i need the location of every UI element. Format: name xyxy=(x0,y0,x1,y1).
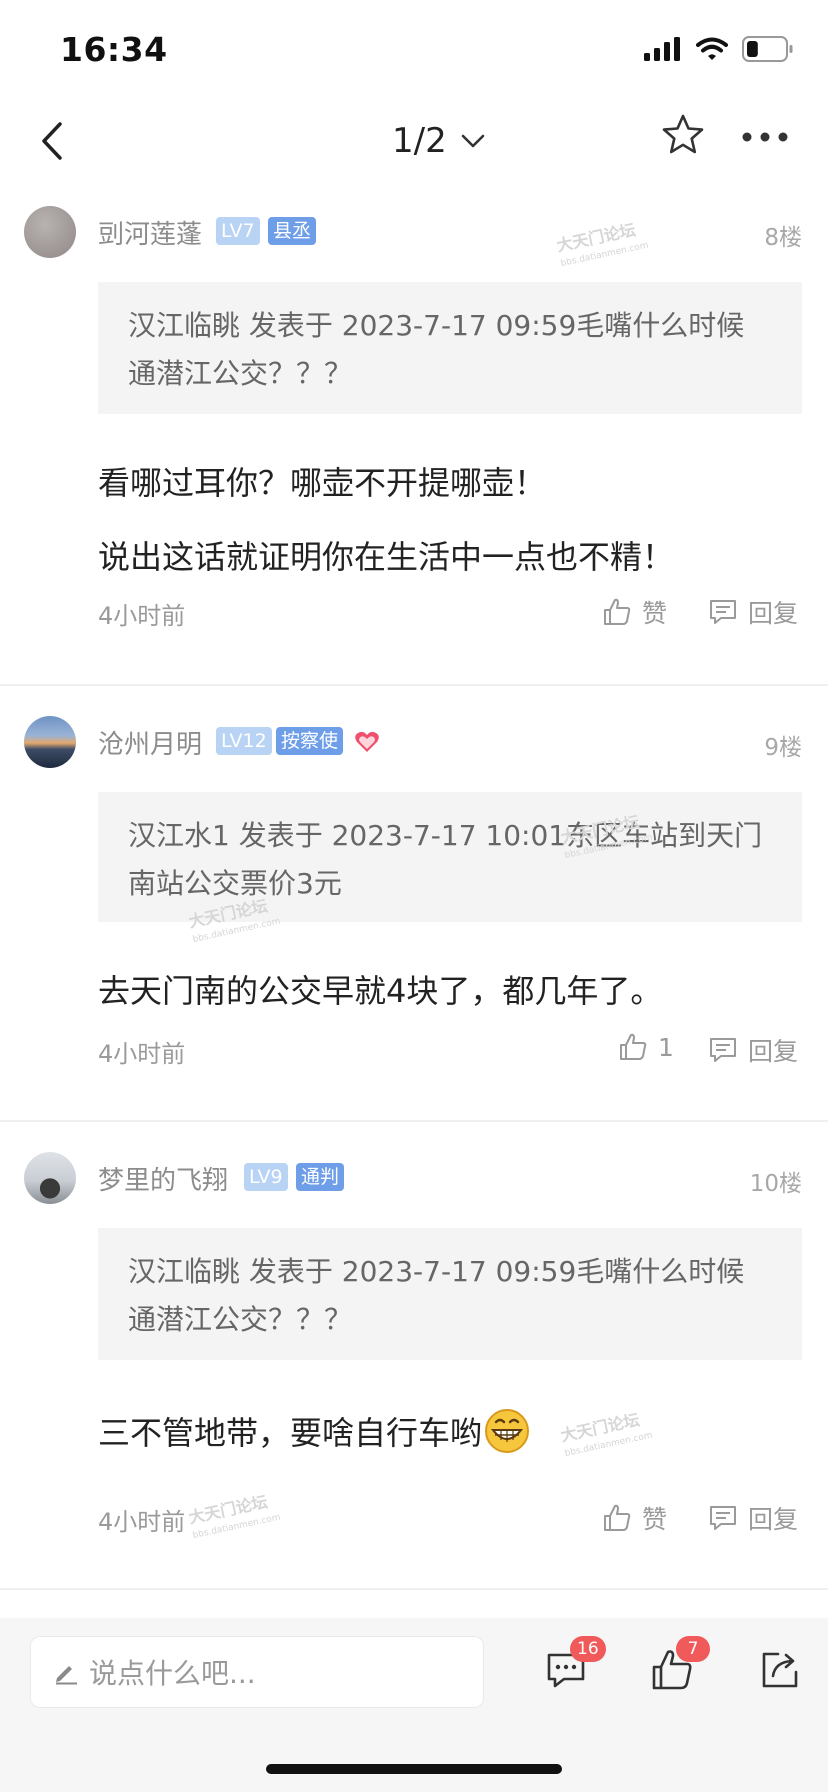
home-indicator xyxy=(266,1764,562,1774)
quote-block: 汉江临眺 发表于 2023-7-17 09:59毛嘴什么时候通潜江公交？？？ xyxy=(98,282,802,414)
cellular-signal-icon xyxy=(644,37,680,61)
chevron-left-icon xyxy=(42,122,62,160)
comments-button[interactable]: 16 xyxy=(544,1636,606,1692)
comment-input[interactable]: 说点什么吧... xyxy=(30,1636,484,1708)
username[interactable]: 沧州月明 xyxy=(98,724,202,761)
username[interactable]: 梦里的飞翔 xyxy=(98,1160,228,1197)
pencil-icon xyxy=(56,1666,77,1685)
grinning-emoji-icon xyxy=(485,1409,530,1453)
status-icons xyxy=(644,32,794,66)
post-floor-8: 剅河莲蓬 LV7 县丞 8楼 汉江临眺 发表于 2023-7-17 09:59毛… xyxy=(0,186,828,684)
like-button[interactable]: 赞 xyxy=(602,594,667,630)
quote-block: 汉江水1 发表于 2023-7-17 10:01东区车站到天门南站公交票价3元 xyxy=(98,792,802,922)
username[interactable]: 剅河莲蓬 xyxy=(98,214,202,251)
avatar[interactable] xyxy=(24,716,76,768)
bottom-bar: 说点什么吧... 16 7 xyxy=(0,1618,828,1792)
reply-button[interactable]: 回复 xyxy=(708,1032,798,1068)
like-post-button[interactable]: 7 xyxy=(650,1636,710,1692)
share-button[interactable] xyxy=(758,1648,802,1692)
star-icon[interactable] xyxy=(660,112,706,158)
comment-icon xyxy=(710,1038,736,1062)
like-label: 赞 xyxy=(642,599,668,628)
divider xyxy=(0,684,828,686)
chevron-down-icon xyxy=(461,134,485,148)
like-button[interactable]: 赞 xyxy=(602,1500,667,1536)
quote-text: 汉江水1 发表于 2023-7-17 10:01东区车站到天门南站公交票价3元 xyxy=(128,819,763,900)
share-icon xyxy=(762,1652,798,1688)
status-bar: 16:34 xyxy=(0,0,828,96)
level-badge: LV9 xyxy=(244,1163,288,1191)
quote-text: 汉江临眺 发表于 2023-7-17 09:59毛嘴什么时候通潜江公交？？？ xyxy=(128,309,745,390)
thumbs-up-icon xyxy=(604,598,631,625)
avatar[interactable] xyxy=(24,1152,76,1204)
quote-block: 汉江临眺 发表于 2023-7-17 09:59毛嘴什么时候通潜江公交？？？ xyxy=(98,1228,802,1360)
post-content-line: 说出这话就证明你在生活中一点也不精！ xyxy=(98,538,675,576)
floor-number: 10楼 xyxy=(749,1171,802,1197)
nav-bar: 1/2 xyxy=(0,96,828,186)
reply-button[interactable]: 回复 xyxy=(708,594,798,630)
like-button[interactable]: 1 xyxy=(618,1032,674,1062)
page-selector[interactable]: 1/2 xyxy=(392,118,485,164)
post-content-line: 三不管地带，要啥自行车哟 xyxy=(98,1414,483,1452)
rank-badge: 县丞 xyxy=(268,217,317,245)
post-content-line: 看哪过耳你？哪壶不开提哪壶！ xyxy=(98,464,547,502)
back-button[interactable] xyxy=(30,116,74,166)
post-time: 4小时前 xyxy=(98,1508,186,1536)
like-count: 1 xyxy=(658,1032,674,1062)
reply-label: 回复 xyxy=(748,1505,799,1534)
page-indicator: 1/2 xyxy=(392,121,447,161)
post-time: 4小时前 xyxy=(98,602,186,630)
comment-icon xyxy=(710,1506,736,1530)
battery-icon xyxy=(742,36,793,62)
like-label: 赞 xyxy=(642,1505,668,1534)
floor-number: 9楼 xyxy=(764,735,802,761)
rank-badge: 通判 xyxy=(296,1163,345,1191)
post-content: 三不管地带，要啥自行车哟 xyxy=(98,1408,530,1454)
heart-icon xyxy=(355,731,379,752)
post-floor-10: 梦里的飞翔 LV9 通判 10楼 汉江临眺 发表于 2023-7-17 09:5… xyxy=(0,1132,828,1588)
comment-count-badge: 16 xyxy=(570,1636,606,1662)
post-time: 4小时前 xyxy=(98,1040,186,1068)
avatar[interactable] xyxy=(24,206,76,258)
wifi-icon xyxy=(696,37,728,60)
level-badge: LV12 xyxy=(216,727,272,755)
divider xyxy=(0,1120,828,1122)
level-badge: LV7 xyxy=(216,217,260,245)
post-floor-9: 沧州月明 LV12 按察使 9楼 汉江水1 发表于 2023-7-17 10:0… xyxy=(0,696,828,1120)
floor-number: 8楼 xyxy=(764,225,802,251)
status-time: 16:34 xyxy=(60,30,168,69)
more-options-icon[interactable] xyxy=(740,122,790,152)
divider xyxy=(0,1588,828,1590)
comment-input-placeholder: 说点什么吧... xyxy=(89,1657,256,1690)
rank-badge: 按察使 xyxy=(276,727,344,755)
like-count-badge: 7 xyxy=(676,1636,710,1662)
reply-button[interactable]: 回复 xyxy=(708,1500,798,1536)
comment-icon xyxy=(710,600,736,624)
thumbs-up-icon xyxy=(604,1504,631,1531)
reply-label: 回复 xyxy=(748,599,799,628)
post-content-line: 去天门南的公交早就4块了，都几年了。 xyxy=(98,972,663,1010)
quote-text: 汉江临眺 发表于 2023-7-17 09:59毛嘴什么时候通潜江公交？？？ xyxy=(128,1255,745,1336)
thumbs-up-icon xyxy=(620,1033,647,1060)
reply-label: 回复 xyxy=(748,1037,799,1066)
